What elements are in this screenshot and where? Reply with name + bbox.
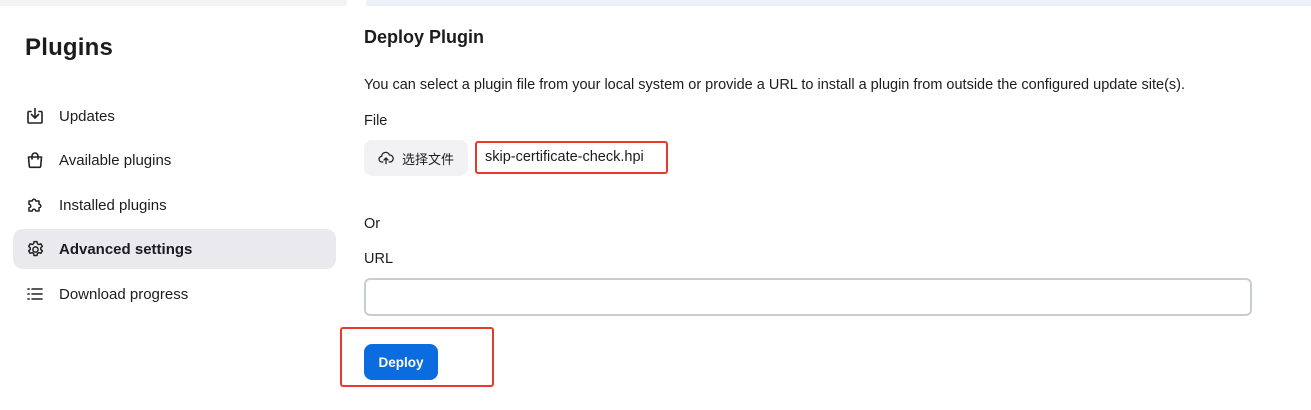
- choose-file-button[interactable]: 选择文件: [364, 140, 468, 176]
- sidebar-item-advanced-settings[interactable]: Advanced settings: [13, 229, 336, 269]
- sidebar-item-download-progress[interactable]: Download progress: [13, 274, 336, 314]
- sidebar-item-label: Available plugins: [59, 151, 172, 169]
- puzzle-icon: [24, 194, 46, 216]
- file-highlight-box: [475, 141, 668, 174]
- sidebar-item-installed-plugins[interactable]: Installed plugins: [13, 185, 336, 225]
- url-label: URL: [364, 251, 394, 267]
- deploy-button[interactable]: Deploy: [364, 344, 438, 380]
- sidebar-item-label: Advanced settings: [59, 240, 193, 258]
- gear-icon: [24, 238, 46, 260]
- choose-file-label: 选择文件: [402, 151, 455, 167]
- sidebar-item-label: Updates: [59, 107, 115, 125]
- url-input[interactable]: [364, 278, 1252, 316]
- deploy-description: You can select a plugin file from your l…: [364, 77, 1186, 93]
- list-icon: [24, 283, 46, 305]
- sidebar: Plugins Updates Available plugins Instal…: [0, 0, 347, 410]
- page-title: Deploy Plugin: [364, 27, 485, 47]
- download-icon: [24, 105, 46, 127]
- shopping-bag-icon: [24, 149, 46, 171]
- sidebar-item-label: Download progress: [59, 285, 189, 303]
- cloud-upload-icon: [378, 150, 394, 166]
- sidebar-title: Plugins: [25, 34, 114, 61]
- sidebar-item-label: Installed plugins: [59, 196, 167, 214]
- file-label: File: [364, 113, 388, 129]
- sidebar-item-updates[interactable]: Updates: [13, 96, 336, 136]
- deploy-plugin-section: Deploy Plugin You can select a plugin fi…: [340, 0, 1311, 410]
- sidebar-item-available-plugins[interactable]: Available plugins: [13, 140, 336, 180]
- or-label: Or: [364, 216, 381, 232]
